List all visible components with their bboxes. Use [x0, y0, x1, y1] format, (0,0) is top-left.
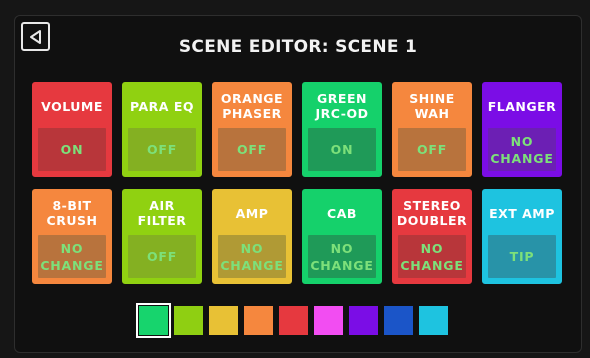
effect-name: AMP [235, 205, 269, 221]
effect-state[interactable]: NO CHANGE [488, 128, 556, 171]
effect-name: CAB [327, 205, 357, 221]
effect-name: VOLUME [41, 98, 103, 114]
effect-tile[interactable]: STEREO DOUBLER NO CHANGE [392, 189, 472, 284]
effect-tile[interactable]: CAB NO CHANGE [302, 189, 382, 284]
color-swatch[interactable] [209, 306, 238, 335]
effect-name: SHINE WAH [409, 91, 455, 121]
effect-state[interactable]: OFF [218, 128, 286, 171]
color-swatch[interactable] [349, 306, 378, 335]
effect-state[interactable]: OFF [128, 235, 196, 278]
effect-name: EXT AMP [489, 205, 555, 221]
effect-grid: VOLUME ON PARA EQ OFF ORANGE PHASER OFF GREEN … [32, 82, 566, 284]
page-title: SCENE EDITOR: SCENE 1 [178, 37, 418, 57]
effect-tile[interactable]: 8-BIT CRUSH NO CHANGE [32, 189, 112, 284]
effect-state[interactable]: NO CHANGE [218, 235, 286, 278]
color-swatch[interactable] [419, 306, 448, 335]
color-swatch[interactable] [244, 306, 273, 335]
effect-name: ORANGE PHASER [220, 91, 284, 121]
effect-name: 8-BIT CRUSH [46, 198, 98, 228]
effect-state[interactable]: OFF [398, 128, 466, 171]
effect-tile[interactable]: AIR FILTER OFF [122, 189, 202, 284]
effect-state[interactable]: ON [38, 128, 106, 171]
color-swatch[interactable] [174, 306, 203, 335]
effect-name: AIR FILTER [137, 198, 187, 228]
effect-tile[interactable]: FLANGER NO CHANGE [482, 82, 562, 177]
effect-tile[interactable]: AMP NO CHANGE [212, 189, 292, 284]
effect-state[interactable]: NO CHANGE [398, 235, 466, 278]
color-palette [136, 303, 448, 338]
effect-state[interactable]: OFF [128, 128, 196, 171]
effect-tile[interactable]: VOLUME ON [32, 82, 112, 177]
effect-tile[interactable]: GREEN JRC-OD ON [302, 82, 382, 177]
effect-name: PARA EQ [129, 98, 194, 114]
effect-name: GREEN JRC-OD [315, 91, 369, 121]
effect-tile[interactable]: ORANGE PHASER OFF [212, 82, 292, 177]
effect-state[interactable]: ON [308, 128, 376, 171]
effect-tile[interactable]: PARA EQ OFF [122, 82, 202, 177]
effect-state[interactable]: NO CHANGE [38, 235, 106, 278]
effect-tile[interactable]: EXT AMP TIP [482, 189, 562, 284]
effect-tile[interactable]: SHINE WAH OFF [392, 82, 472, 177]
color-swatch[interactable] [314, 306, 343, 335]
color-swatch[interactable] [279, 306, 308, 335]
effect-name: FLANGER [487, 98, 557, 114]
effect-state[interactable]: TIP [488, 235, 556, 278]
effect-name: STEREO DOUBLER [396, 198, 468, 228]
color-swatch[interactable] [384, 306, 413, 335]
color-swatch[interactable] [136, 303, 171, 338]
effect-state[interactable]: NO CHANGE [308, 235, 376, 278]
scene-editor-screen: SCENE EDITOR: SCENE 1 VOLUME ON PARA EQ OFF… [14, 15, 582, 353]
